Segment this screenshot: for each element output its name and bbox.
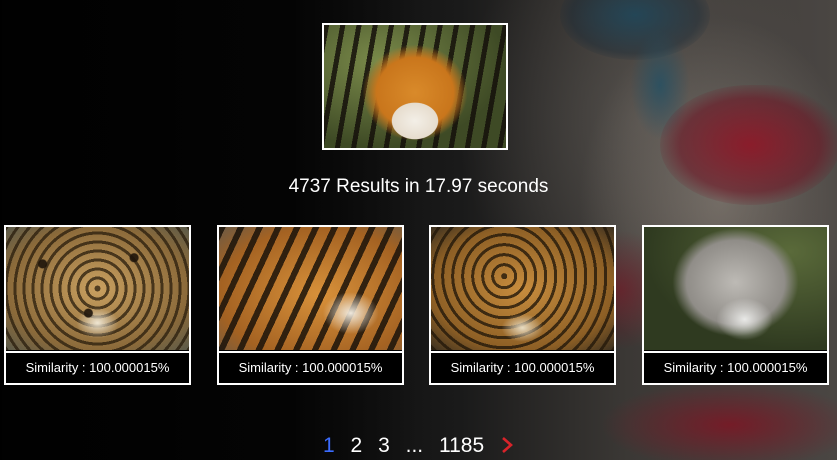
result-card[interactable]: Similarity : 100.000015% xyxy=(429,225,616,385)
result-thumbnail[interactable] xyxy=(6,227,189,350)
results-grid: Similarity : 100.000015% Similarity : 10… xyxy=(4,225,833,385)
chevron-right-icon[interactable] xyxy=(500,434,514,458)
similarity-label: Similarity : 100.000015% xyxy=(431,351,614,383)
page: 4737 Results in 17.97 seconds Similarity… xyxy=(0,0,837,460)
wolf-image xyxy=(644,227,827,350)
leopard-image xyxy=(431,227,614,350)
jaguar-image xyxy=(6,227,189,350)
page-link-2[interactable]: 2 xyxy=(351,434,363,458)
similarity-label: Similarity : 100.000015% xyxy=(219,351,402,383)
result-card[interactable]: Similarity : 100.000015% xyxy=(217,225,404,385)
result-card[interactable]: Similarity : 100.000015% xyxy=(4,225,191,385)
page-link-3[interactable]: 3 xyxy=(378,434,390,458)
page-link-1[interactable]: 1 xyxy=(323,434,335,458)
result-card[interactable]: Similarity : 100.000015% xyxy=(642,225,829,385)
result-thumbnail[interactable] xyxy=(219,227,402,350)
result-thumbnail[interactable] xyxy=(431,227,614,350)
page-link-last[interactable]: 1185 xyxy=(439,434,484,458)
query-tiger-image xyxy=(324,25,506,148)
page-ellipsis: ... xyxy=(405,434,424,457)
similarity-label: Similarity : 100.000015% xyxy=(644,351,827,383)
query-image[interactable] xyxy=(322,23,508,150)
pagination: 1 2 3 ... 1185 xyxy=(0,434,837,458)
results-summary: 4737 Results in 17.97 seconds xyxy=(288,176,549,197)
tiger-image xyxy=(219,227,402,350)
similarity-label: Similarity : 100.000015% xyxy=(6,351,189,383)
result-thumbnail[interactable] xyxy=(644,227,827,350)
